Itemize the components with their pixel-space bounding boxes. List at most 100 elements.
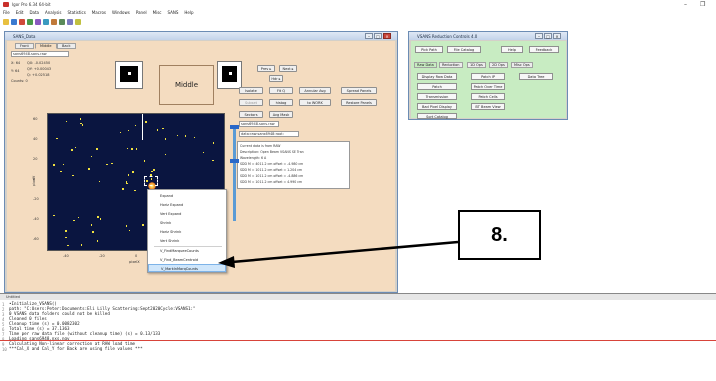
color-scale-slider-track[interactable] xyxy=(233,125,236,221)
detector-count-dot xyxy=(184,135,187,137)
menu-item-horiz-expand[interactable]: Horiz Expand xyxy=(148,201,226,209)
menu-item-find-beam-centroid[interactable]: V_Find_BeamCentroid xyxy=(148,256,226,264)
subset-button[interactable]: Subset xyxy=(239,99,263,106)
new-icon[interactable] xyxy=(3,19,9,25)
x-tick-label: 0 xyxy=(135,254,138,258)
sans-minimize-button[interactable]: – xyxy=(365,33,373,39)
reduction-maximize-button[interactable]: □ xyxy=(544,33,552,39)
detector-count-dot xyxy=(65,236,67,239)
menu-panel[interactable]: Panel xyxy=(136,9,147,17)
menu-file[interactable]: File xyxy=(3,9,10,17)
save-icon[interactable] xyxy=(19,19,25,25)
transmission-button[interactable]: Transmission xyxy=(417,93,457,100)
patch-ip-button[interactable]: Patch IP xyxy=(471,73,505,80)
menu-misc[interactable]: Misc xyxy=(153,9,162,17)
hdr-button[interactable]: Hdr ▸ xyxy=(269,75,283,82)
menu-item-vert-shrink[interactable]: Vert Shrink xyxy=(148,237,226,245)
avg-mask-button[interactable]: Avg Mask xyxy=(269,111,293,118)
sans-maximize-button[interactable]: □ xyxy=(374,33,382,39)
histog-button[interactable]: histog xyxy=(269,99,293,106)
path-field[interactable]: data:raw:sans6948:root: xyxy=(239,131,299,137)
sans-close-button[interactable]: × xyxy=(383,33,391,39)
tab-back[interactable]: Back xyxy=(57,43,76,49)
pick-path-button[interactable]: Pick Path xyxy=(415,46,443,53)
detector-count-dot xyxy=(143,160,146,162)
sectors-button[interactable]: Sectors xyxy=(239,111,263,118)
menu-edit[interactable]: Edit xyxy=(16,9,24,17)
x-axis-label: pixelX xyxy=(129,260,140,264)
help-icon[interactable] xyxy=(75,19,81,25)
bad-pixel-display-button[interactable]: Bad Pixel Display xyxy=(417,103,457,110)
detector-count-dot xyxy=(97,216,99,218)
notebook-icon[interactable] xyxy=(59,19,65,25)
tab-middle[interactable]: Middle xyxy=(35,43,57,49)
tab-front[interactable]: Front xyxy=(15,43,34,49)
detector-count-dot xyxy=(74,146,77,149)
file-catalog-button[interactable]: File Catalog xyxy=(447,46,481,53)
menu-item-shrink[interactable]: Shrink xyxy=(148,219,226,227)
detector-count-dot xyxy=(73,219,75,222)
detector-count-dot xyxy=(126,147,129,150)
patch-button[interactable]: Patch xyxy=(417,83,457,90)
x-label: X: 64 xyxy=(11,61,21,65)
menu-item-expand[interactable]: Expand xyxy=(148,192,226,200)
info-line: SDD M = 1011.2 cm offset = -4.886 cm xyxy=(240,174,304,178)
menu-sans[interactable]: SANS xyxy=(168,9,179,17)
bt-beam-view-button[interactable]: BT Beam View xyxy=(471,103,505,110)
menu-data[interactable]: Data xyxy=(29,9,39,17)
reduction-window-titlebar[interactable]: VSANS Reduction Controls 4.0 – □ × xyxy=(409,32,567,40)
command-window-titlebar[interactable]: Untitled xyxy=(0,294,716,300)
front-panel-thumbnail[interactable] xyxy=(115,61,143,89)
fit-q-button[interactable]: Fit Q xyxy=(269,87,293,94)
restore-panels-button[interactable]: Restore Panels xyxy=(341,99,377,106)
tab-raw-data[interactable]: Raw Data xyxy=(414,62,437,68)
menu-windows[interactable]: Windows xyxy=(112,9,130,17)
menu-item-mark-in-marq-counts[interactable]: V_MarkInMarqCounts xyxy=(148,264,226,272)
tab-2d-ops[interactable]: 2D Ops xyxy=(489,62,508,68)
menu-item-horiz-shrink[interactable]: Horiz Shrink xyxy=(148,228,226,236)
next-button[interactable]: Next ▸ xyxy=(279,65,297,72)
marquee-selection[interactable] xyxy=(144,176,158,186)
open-icon[interactable] xyxy=(11,19,17,25)
menu-item-vert-expand[interactable]: Vert Expand xyxy=(148,210,226,218)
detector-count-dot xyxy=(156,129,159,131)
menu-analysis[interactable]: Analysis xyxy=(45,9,61,17)
file-field[interactable]: sans6948.sans.raw xyxy=(11,51,69,57)
color-scale-slider-top[interactable] xyxy=(230,125,239,129)
minimize-button[interactable]: – xyxy=(684,1,687,8)
tab-1d-ops[interactable]: 1D Ops xyxy=(467,62,486,68)
menu-statistics[interactable]: Statistics xyxy=(68,9,86,17)
tab-reduction[interactable]: Reduction xyxy=(439,62,463,68)
procedure-icon[interactable] xyxy=(51,19,57,25)
detector-count-dot xyxy=(99,218,102,220)
patch-cells-button[interactable]: Patch Cells xyxy=(471,93,505,100)
feedback-button[interactable]: Feedback xyxy=(529,46,559,53)
reduction-close-button[interactable]: × xyxy=(553,33,561,39)
menu-item-find-marquee-counts[interactable]: V_FindMarqueeCounts xyxy=(148,247,226,255)
isolate-button[interactable]: Isolate xyxy=(239,87,263,94)
gizmo-icon[interactable] xyxy=(67,19,73,25)
help-button[interactable]: Help xyxy=(501,46,523,53)
prev-button[interactable]: Prev ▸ xyxy=(257,65,275,72)
reduction-minimize-button[interactable]: – xyxy=(535,33,543,39)
to-work-button[interactable]: to WORK xyxy=(299,99,331,106)
layout-icon[interactable] xyxy=(43,19,49,25)
restore-button[interactable]: ❐ xyxy=(700,1,705,8)
file-field-2[interactable]: sans6948.sans.raw xyxy=(239,121,279,127)
command-input-line[interactable] xyxy=(0,340,716,341)
patch-over-time-button[interactable]: Patch Over Time xyxy=(471,83,505,90)
info-box: Current data is from RAW Description: Op… xyxy=(237,141,350,189)
table-icon[interactable] xyxy=(35,19,41,25)
menu-macros[interactable]: Macros xyxy=(92,9,106,17)
graph-icon[interactable] xyxy=(27,19,33,25)
spread-panels-button[interactable]: Spread Panels xyxy=(341,87,377,94)
menu-help[interactable]: Help xyxy=(184,9,193,17)
back-panel-thumbnail[interactable] xyxy=(217,61,242,89)
data-tree-button[interactable]: Data Tree xyxy=(519,73,553,80)
sans-window-titlebar[interactable]: SANS_Data – □ × xyxy=(5,32,397,40)
annular-avg-button[interactable]: Annular Avg xyxy=(299,87,331,94)
display-raw-data-button[interactable]: Display Raw Data xyxy=(417,73,457,80)
color-scale-slider-bottom[interactable] xyxy=(230,159,239,163)
tab-misc-ops[interactable]: Misc Ops xyxy=(511,62,533,68)
sort-catalog-button[interactable]: Sort Catalog xyxy=(417,113,457,119)
